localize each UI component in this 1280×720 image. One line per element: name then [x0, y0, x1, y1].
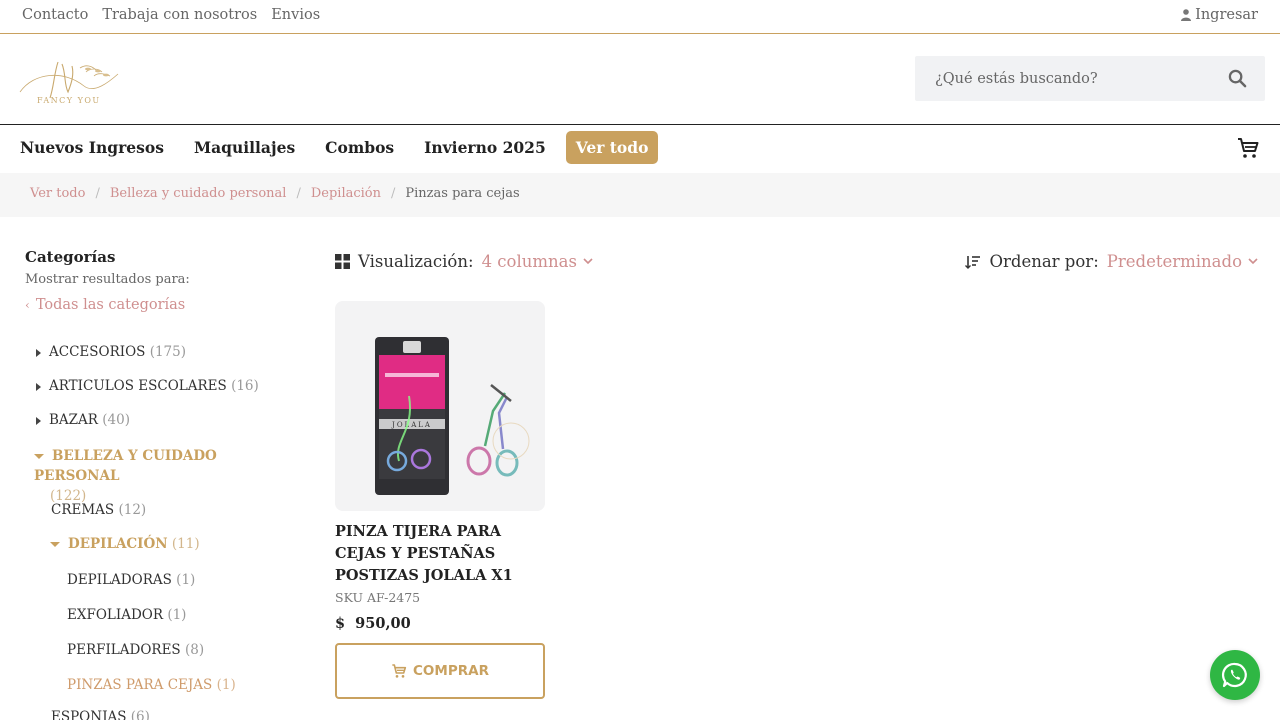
category-label: CREMAS [51, 502, 115, 518]
category-label: PERFILADORES [67, 642, 181, 658]
breadcrumb: Ver todo / Belleza y cuidado personal / … [0, 173, 1280, 217]
category-pinzas-para-cejas[interactable]: PINZAS PARA CEJAS (1) [67, 677, 236, 693]
category-count: (175) [149, 344, 187, 360]
top-link-contacto[interactable]: Contacto [22, 7, 88, 23]
breadcrumb-depilacion[interactable]: Depilación [311, 186, 381, 201]
category-esponjas[interactable]: ESPONJAS (6) [51, 709, 150, 720]
all-categories-link[interactable]: ‹ Todas las categorías [25, 297, 295, 313]
category-bazar[interactable]: BAZAR (40) [36, 412, 130, 428]
search-box [915, 56, 1265, 101]
breadcrumb-separator: / [296, 186, 301, 201]
product-sku: SKU AF-2475 [335, 590, 421, 605]
category-label: ACCESORIOS [49, 344, 146, 360]
view-dropdown[interactable]: 4 columnas [482, 252, 593, 271]
category-label: PINZAS PARA CEJAS [67, 677, 213, 693]
nav-item-invierno-2025[interactable]: Invierno 2025 [424, 138, 546, 157]
whatsapp-icon [1221, 662, 1247, 688]
product-image[interactable]: JOLALA [335, 301, 545, 511]
view-selector: Visualización: 4 columnas [335, 252, 593, 271]
category-label: BELLEZA Y CUIDADO PERSONAL [34, 448, 217, 484]
logo-wordmark: FANCY YOU [37, 96, 101, 105]
category-label: DEPILACIÓN [68, 536, 168, 552]
chevron-left-icon: ‹ [25, 298, 30, 312]
chevron-down-icon [1248, 258, 1258, 265]
cart-icon [392, 664, 407, 678]
top-links: Contacto Trabaja con nosotros Envios [22, 7, 320, 23]
category-label: EXFOLIADOR [67, 607, 164, 623]
package-label: JOLALA [391, 421, 432, 429]
grid-icon [335, 254, 350, 269]
category-exfoliador[interactable]: EXFOLIADOR (1) [67, 607, 186, 623]
all-categories-label: Todas las categorías [35, 297, 186, 313]
sidebar-title: Categorías [25, 248, 116, 266]
sort-icon [965, 255, 981, 269]
nav-item-maquillajes[interactable]: Maquillajes [194, 138, 295, 157]
category-belleza[interactable]: BELLEZA Y CUIDADO PERSONAL (122) [34, 446, 284, 506]
category-label: BAZAR [49, 412, 98, 428]
sidebar-subtitle: Mostrar resultados para: [25, 272, 190, 287]
category-label: ARTICULOS ESCOLARES [49, 378, 227, 394]
buy-label: COMPRAR [413, 663, 489, 679]
search-icon[interactable] [1228, 69, 1247, 88]
category-count: (1) [216, 677, 236, 693]
category-count: (8) [184, 642, 205, 658]
breadcrumb-separator: / [95, 186, 100, 201]
nav-item-nuevos-ingresos[interactable]: Nuevos Ingresos [20, 138, 164, 157]
sort-value: Predeterminado [1106, 252, 1242, 271]
top-bar: Contacto Trabaja con nosotros Envios Ing… [0, 0, 1280, 34]
sort-dropdown[interactable]: Predeterminado [1107, 252, 1258, 271]
user-icon [1181, 9, 1192, 21]
chevron-down-icon [583, 258, 593, 265]
search-input[interactable] [915, 56, 1215, 101]
main-nav: Nuevos Ingresos Maquillajes Combos Invie… [0, 125, 1280, 173]
category-sidebar: Categorías Mostrar resultados para: ‹ To… [25, 248, 295, 313]
view-value: 4 columnas [481, 252, 577, 271]
category-count: (40) [102, 412, 130, 428]
category-depilacion[interactable]: DEPILACIÓN (11) [50, 536, 200, 552]
category-count: (11) [171, 536, 200, 552]
category-depiladoras[interactable]: DEPILADORAS (1) [67, 572, 195, 588]
caret-right-icon [36, 416, 41, 425]
category-count: (12) [118, 502, 147, 518]
category-label: DEPILADORAS [67, 572, 172, 588]
breadcrumb-belleza[interactable]: Belleza y cuidado personal [110, 186, 287, 201]
category-count: (1) [176, 572, 196, 588]
caret-down-icon [50, 542, 60, 547]
login-link[interactable]: Ingresar [1181, 7, 1258, 23]
breadcrumb-current: Pinzas para cejas [405, 186, 520, 201]
view-label: Visualización: [358, 252, 474, 271]
category-accesorios[interactable]: ACCESORIOS (175) [36, 344, 186, 360]
caret-right-icon [36, 382, 41, 391]
buy-button[interactable]: COMPRAR [335, 643, 545, 699]
product-card: JOLALA PINZA TIJERA PARA CEJAS Y PESTAÑA… [335, 301, 545, 699]
breadcrumb-ver-todo[interactable]: Ver todo [30, 186, 85, 201]
category-cremas[interactable]: CREMAS (12) [51, 502, 146, 518]
product-name[interactable]: PINZA TIJERA PARA CEJAS Y PESTAÑAS POSTI… [335, 521, 545, 587]
whatsapp-button[interactable] [1210, 650, 1260, 700]
category-perfiladores[interactable]: PERFILADORES (8) [67, 642, 204, 658]
login-label: Ingresar [1195, 7, 1258, 23]
top-link-trabaja[interactable]: Trabaja con nosotros [102, 7, 257, 23]
caret-right-icon [36, 348, 41, 357]
nav-item-ver-todo[interactable]: Ver todo [565, 131, 659, 164]
sort-label: Ordenar por: [989, 252, 1099, 271]
nav-item-combos[interactable]: Combos [325, 138, 394, 157]
category-articulos-escolares[interactable]: ARTICULOS ESCOLARES (16) [36, 378, 259, 394]
category-count: (1) [167, 607, 187, 623]
header: FANCY YOU [0, 34, 1280, 125]
category-count: (6) [130, 709, 150, 720]
caret-down-icon [34, 454, 44, 459]
cart-icon[interactable] [1236, 136, 1260, 160]
top-link-envios[interactable]: Envios [271, 7, 320, 23]
sort-selector: Ordenar por: Predeterminado [965, 252, 1258, 271]
product-price: $ 950,00 [335, 615, 411, 632]
category-label: ESPONJAS [51, 709, 127, 720]
breadcrumb-separator: / [391, 186, 396, 201]
category-count: (16) [231, 378, 259, 394]
